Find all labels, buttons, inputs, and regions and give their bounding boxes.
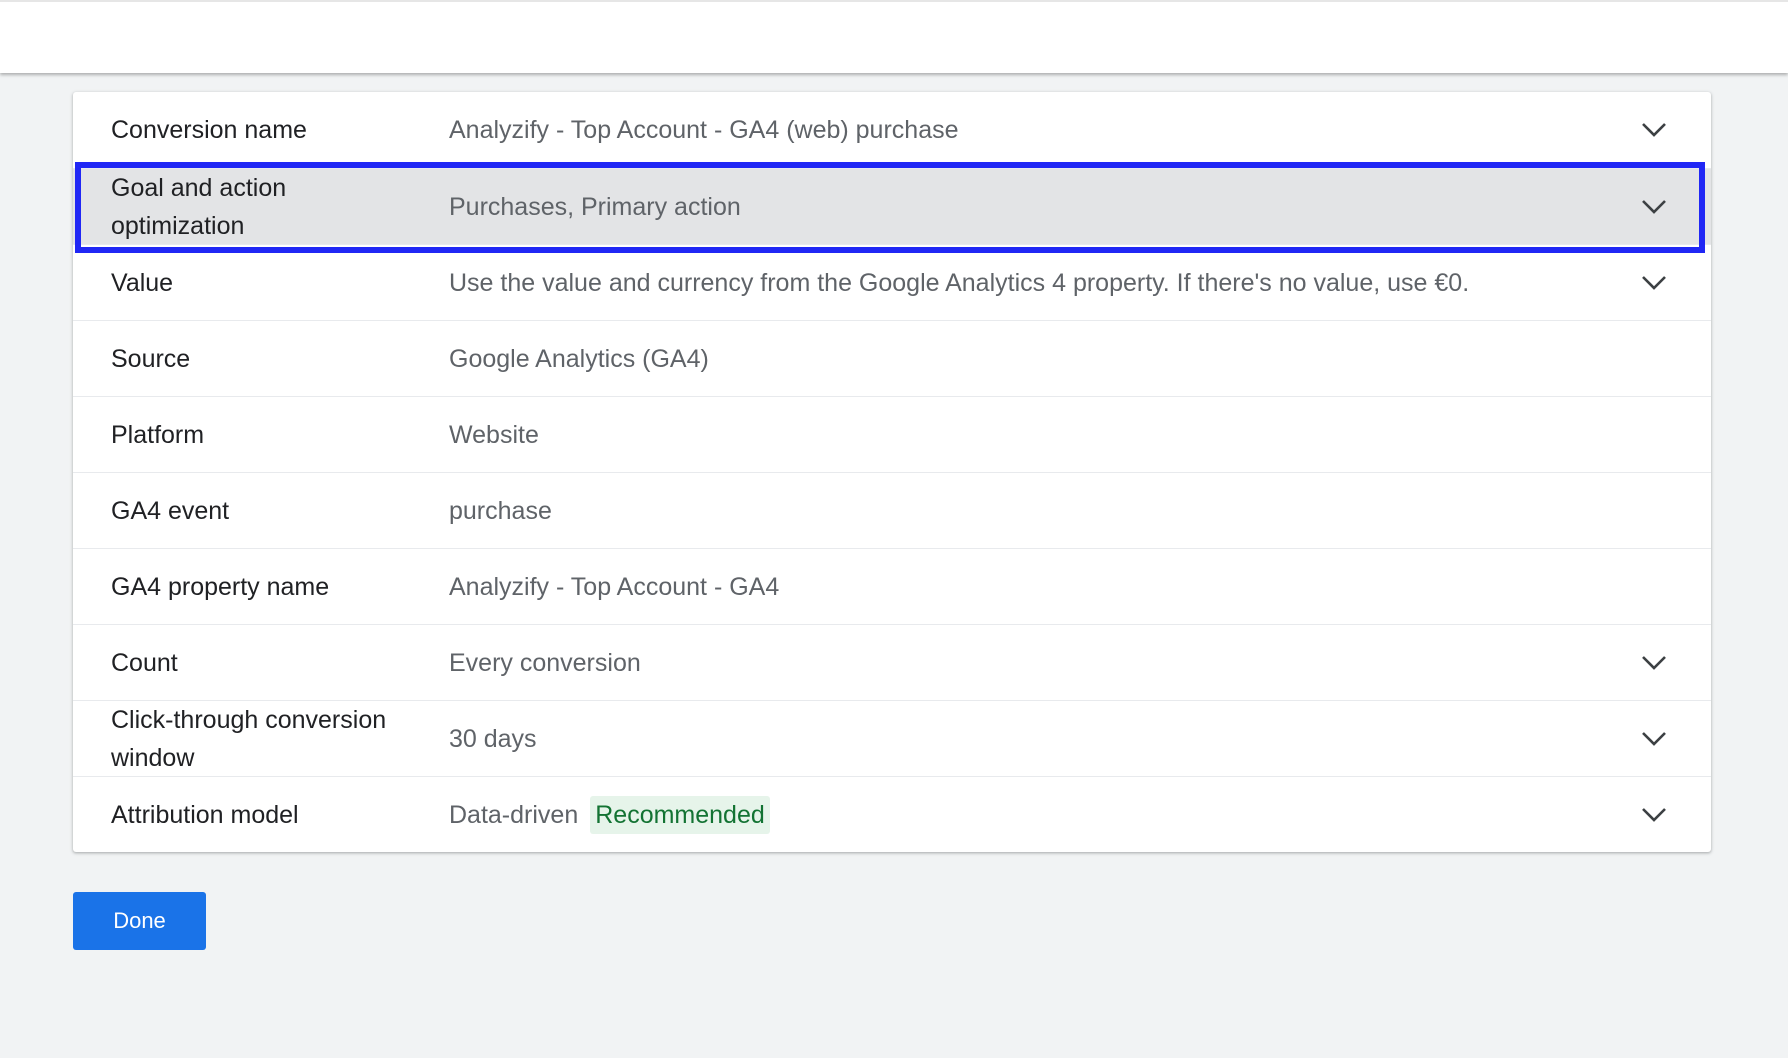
- row-ga4-property-name: GA4 property name Analyzify - Top Accoun…: [73, 548, 1711, 624]
- row-value: Use the value and currency from the Goog…: [449, 268, 1470, 297]
- row-label: Source: [111, 344, 191, 373]
- row-value: Website: [449, 420, 539, 449]
- row-count[interactable]: Count Every conversion: [73, 624, 1711, 700]
- row-attribution-model[interactable]: Attribution model Data-driven Recommende…: [73, 776, 1711, 852]
- row-value: Data-driven Recommended: [449, 795, 770, 834]
- row-conversion-name[interactable]: Conversion name Analyzify - Top Account …: [73, 92, 1711, 168]
- chevron-down-icon[interactable]: [1641, 807, 1667, 823]
- row-value: Analyzify - Top Account - GA4: [449, 572, 780, 601]
- row-click-through-conversion-window[interactable]: Click-through conversion window 30 days: [73, 700, 1711, 776]
- chevron-down-icon[interactable]: [1641, 731, 1667, 747]
- row-goal-and-action-optimization[interactable]: Goal and action optimization Purchases, …: [73, 168, 1711, 244]
- row-label: Attribution model: [111, 800, 299, 829]
- done-button[interactable]: Done: [73, 892, 206, 950]
- row-label: Platform: [111, 420, 205, 449]
- row-label: Goal and action optimization: [111, 173, 287, 240]
- row-value: Every conversion: [449, 648, 641, 677]
- row-value: purchase: [449, 496, 552, 525]
- row-label: Conversion name: [111, 116, 307, 144]
- row-label: GA4 event: [111, 496, 230, 525]
- row-label: Value: [111, 268, 174, 297]
- top-app-bar: [0, 0, 1788, 73]
- row-ga4-event: GA4 event purchase: [73, 472, 1711, 548]
- row-platform: Platform Website: [73, 396, 1711, 472]
- row-label: Click-through conversion window: [111, 705, 387, 772]
- recommended-badge: Recommended: [590, 795, 770, 834]
- row-value: Purchases, Primary action: [449, 192, 741, 221]
- row-label: Count: [111, 648, 178, 677]
- row-value-setting[interactable]: Value Use the value and currency from th…: [73, 244, 1711, 320]
- chevron-down-icon[interactable]: [1641, 199, 1667, 215]
- chevron-down-icon[interactable]: [1641, 122, 1667, 138]
- row-value: Analyzify - Top Account - GA4 (web) purc…: [449, 116, 959, 144]
- row-value: Google Analytics (GA4): [449, 344, 709, 373]
- chevron-down-icon[interactable]: [1641, 275, 1667, 291]
- row-label: GA4 property name: [111, 572, 330, 601]
- chevron-down-icon[interactable]: [1641, 655, 1667, 671]
- row-source: Source Google Analytics (GA4): [73, 320, 1711, 396]
- row-value: 30 days: [449, 724, 537, 753]
- conversion-settings-card: Conversion name Analyzify - Top Account …: [73, 92, 1711, 852]
